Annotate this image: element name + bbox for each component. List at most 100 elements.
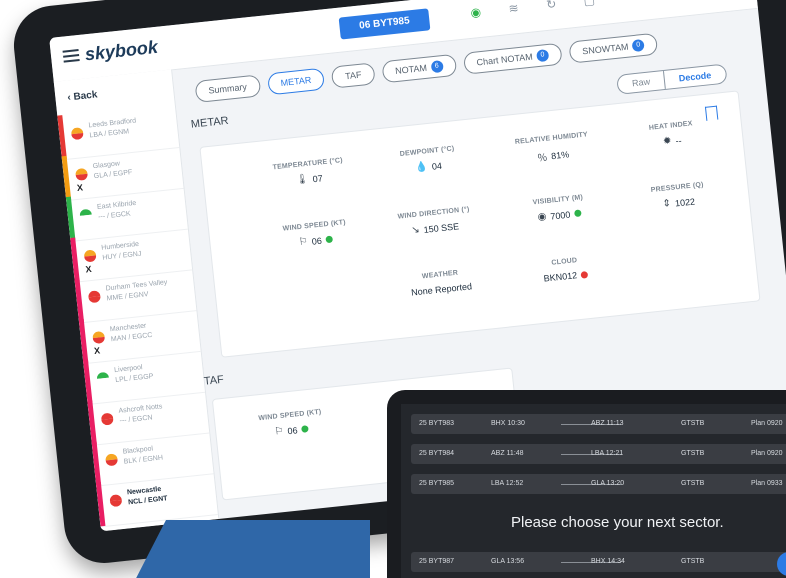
status-indicator: [325, 235, 334, 244]
metar-heading: METAR: [190, 114, 230, 131]
metar-field: HEAT INDEX ✹ --: [606, 116, 738, 153]
promo-scene: skybook 06 BYT985 ◉ ≋ ↻ ▢ ● ◘ ☷ ‹ Back L…: [0, 0, 786, 578]
tab-label: METAR: [280, 74, 312, 89]
metar-field: WIND SPEED (KT) ⚐ 06: [249, 216, 381, 253]
select-sector-button[interactable]: [777, 552, 786, 576]
sector-departure: GLA 13:56: [491, 558, 525, 565]
airport-name: Manchester: [109, 322, 147, 334]
sector-arrival: LBA 12:21: [591, 450, 624, 457]
airport-name: Liverpool: [113, 364, 143, 375]
status-dot-icon: [87, 290, 102, 304]
sector-registration: GTSTB: [681, 450, 705, 457]
airport-code: --- / EGCN: [119, 414, 153, 425]
sector-row[interactable]: 25 BYT987 GLA 13:56 BHX 14:34 GTSTB: [411, 552, 786, 576]
tab-notam[interactable]: NOTAM 6: [381, 53, 457, 84]
weather-icon: ⇕: [662, 197, 672, 210]
tab-metar[interactable]: METAR: [266, 67, 326, 96]
status-indicator: [301, 425, 309, 433]
taf-field: WIND SPEED (KT) ⚐ 06: [225, 405, 357, 442]
sector-plan: Plan 0920: [751, 450, 783, 457]
status-dot-icon: [92, 330, 106, 345]
sector-flight: 25 BYT983: [419, 420, 455, 427]
sector-registration: GTSTB: [681, 558, 705, 565]
airport-code: LPL / EGGP: [114, 373, 154, 385]
field-value: 150 SSE: [423, 220, 460, 235]
metar-field: WEATHER None Reported: [375, 265, 507, 301]
metar-field: WIND DIRECTION (°) ↘ 150 SSE: [369, 203, 501, 240]
sector-flight: 25 BYT985: [419, 480, 455, 487]
raw-button[interactable]: Raw: [617, 71, 665, 94]
status-bar: [78, 318, 89, 364]
metar-field: VISIBILITY (M) ◉ 7000: [493, 190, 625, 227]
field-value: --: [674, 135, 682, 146]
tab-label: NOTAM: [394, 62, 428, 77]
airport-name: Humberside: [101, 240, 140, 252]
taf-heading: TAF: [203, 373, 225, 388]
sector-arrival: BHX 14:34: [591, 558, 625, 565]
back-label: Back: [73, 89, 98, 103]
status-bar: [83, 359, 93, 405]
sector-arrival: GLA 13:20: [591, 480, 625, 487]
weather-icon: 🌡: [295, 173, 310, 187]
airport-name: East Kilbride: [96, 199, 137, 211]
airport-name: Leeds Bradford: [88, 117, 137, 130]
sidebar: ‹ Back Leeds Bradford LBA / EGNM Glasgow GL…: [53, 69, 220, 532]
status-bar: [91, 441, 102, 486]
flight-selector[interactable]: 06 BYT985: [338, 8, 431, 40]
airport-code: GLA / EGPF: [93, 169, 133, 181]
wifi-icon: ≋: [507, 0, 520, 16]
back-button[interactable]: ‹ Back: [67, 89, 98, 103]
sector-row[interactable]: 25 BYT985 LBA 12:52 GLA 13:20 GTSTB Plan 093…: [411, 474, 786, 494]
metar-card: TEMPERATURE (°C) 🌡 07 DEWPOINT (°C) 💧 04 RELAT…: [199, 90, 761, 358]
tab-chart-notam[interactable]: Chart NOTAM 0: [462, 42, 563, 75]
metar-field: PRESSURE (Q) ⇕ 1022: [612, 177, 744, 214]
document-icon[interactable]: ▢: [581, 0, 596, 8]
metar-field: CLOUD BKN012: [499, 252, 631, 288]
status-bar: [65, 196, 76, 241]
metar-field: RELATIVE HUMIDITY ％ 81%: [486, 128, 618, 169]
weather-icon: ⚐: [274, 425, 285, 438]
metar-field: TEMPERATURE (°C) 🌡 07: [243, 154, 375, 191]
status-bar: [70, 237, 80, 282]
sector-plan: Plan 0933: [751, 480, 783, 487]
airport-code: MAN / EGCC: [110, 331, 153, 344]
sector-row[interactable]: 25 BYT983 BHX 10:30 ABZ 11:13 GTSTB Plan 092…: [411, 414, 786, 434]
field-value: 07: [312, 172, 324, 184]
tab-taf[interactable]: TAF: [331, 62, 376, 89]
tab-badge: 0: [535, 48, 550, 63]
airport-name: Glasgow: [92, 160, 121, 171]
tab-snowtam[interactable]: SNOWTAM 0: [568, 32, 659, 64]
field-value: 06: [311, 235, 323, 247]
menu-icon[interactable]: [62, 49, 80, 63]
sector-plan: Plan 0920: [751, 420, 783, 427]
alert-x: X: [76, 182, 84, 193]
field-value: 06: [286, 424, 298, 436]
weather-icon: ％: [536, 152, 548, 165]
status-dot-icon: [109, 494, 123, 508]
alert-x: X: [93, 345, 101, 357]
status-bar: [61, 155, 72, 201]
weather-icon: ✹: [662, 135, 673, 148]
bell-icon[interactable]: ●: [619, 0, 634, 4]
status-ok-icon: ◉: [469, 4, 482, 20]
status-indicator: [580, 270, 589, 279]
field-value: 81%: [550, 148, 570, 161]
decode-button[interactable]: Decode: [662, 64, 727, 89]
airport-code: BLK / EGNH: [123, 454, 164, 466]
status-indicator: [573, 209, 582, 218]
weather-icon: ⚐: [298, 236, 309, 249]
airport-code: HUY / EGNJ: [102, 250, 142, 262]
airport-name: Ashcroft Notts: [118, 403, 163, 415]
sector-row[interactable]: 25 BYT984 ABZ 11:48 LBA 12:21 GTSTB Plan 092…: [411, 444, 786, 464]
tab-badge: 6: [430, 60, 444, 74]
status-bar: [57, 115, 67, 160]
status-dot-icon: [96, 371, 110, 385]
sector-flight: 25 BYT987: [419, 558, 455, 565]
sector-arrival: ABZ 11:13: [591, 420, 624, 427]
field-value: 7000: [549, 209, 571, 222]
tab-summary[interactable]: Summary: [194, 74, 261, 103]
weather-icon: ◉: [537, 211, 547, 223]
field-value: BKN012: [543, 270, 578, 284]
sync-icon[interactable]: ↻: [544, 0, 559, 12]
background-blue-bottom: [130, 520, 370, 578]
